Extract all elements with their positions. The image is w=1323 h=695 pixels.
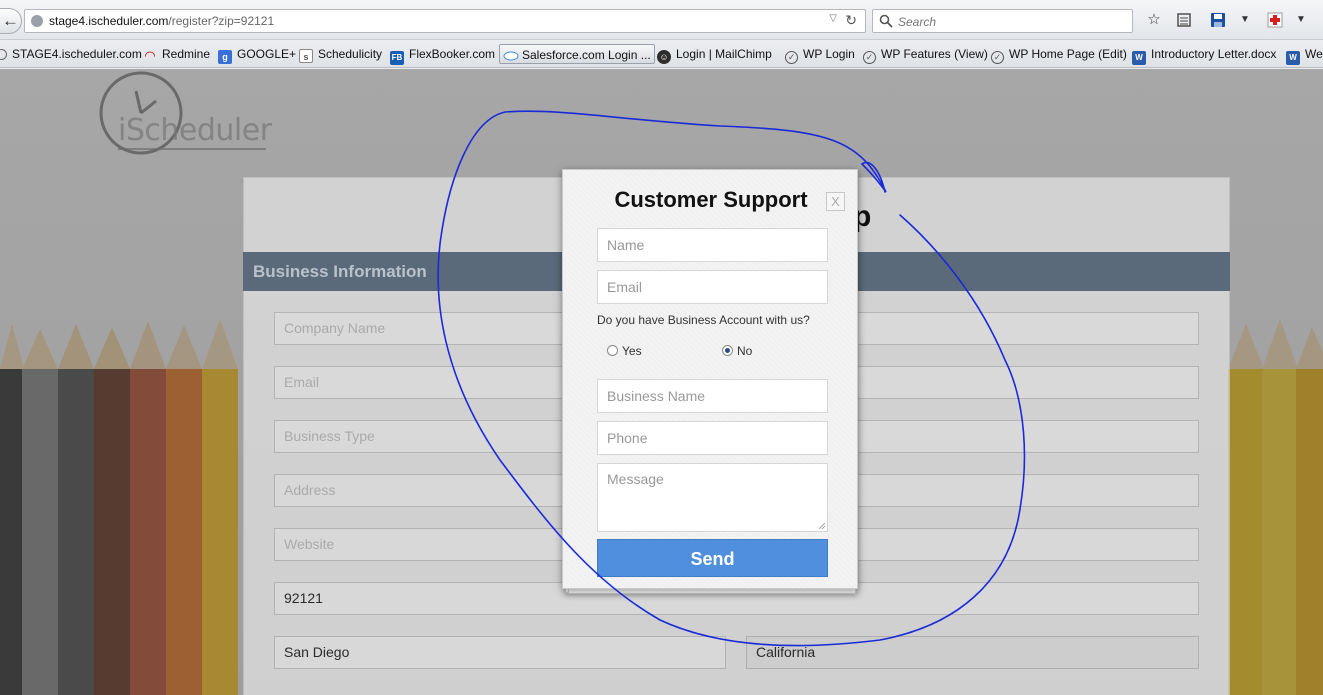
- page-viewport: iScheduler Business Information Company …: [0, 69, 1323, 695]
- bookmark-overflow-item[interactable]: W We: [1286, 44, 1323, 65]
- bookmark-mailchimp[interactable]: ☺ Login | MailChimp: [657, 44, 772, 64]
- bookmark-star-icon[interactable]: ☆: [1143, 9, 1165, 31]
- city-field[interactable]: San Diego: [274, 636, 726, 669]
- search-icon: [879, 14, 893, 28]
- reading-list-icon[interactable]: [1173, 9, 1195, 31]
- close-button[interactable]: X: [826, 192, 845, 211]
- save-disk-icon[interactable]: [1207, 9, 1229, 31]
- search-placeholder: Search: [898, 15, 937, 29]
- redmine-favicon-icon: ◠: [145, 48, 155, 63]
- back-button[interactable]: ←: [0, 8, 22, 34]
- bookmark-salesforce[interactable]: Salesforce.com Login ...: [499, 44, 655, 64]
- wordpress-icon: ✓: [991, 51, 1004, 64]
- wordpress-icon: ✓: [785, 51, 798, 64]
- name-input[interactable]: Name: [597, 228, 828, 262]
- schedulicity-favicon-icon: s: [299, 49, 313, 63]
- state-field[interactable]: California: [746, 636, 1199, 669]
- mailchimp-favicon-icon: ☺: [657, 50, 671, 64]
- url-host: stage4.ischeduler.com: [49, 14, 169, 28]
- wordpress-icon: ✓: [863, 51, 876, 64]
- customer-support-modal: Customer Support X Name Email Do you hav…: [562, 169, 858, 589]
- bookmark-wp-features[interactable]: ✓ WP Features (View): [863, 44, 988, 64]
- bookmark-google-plus[interactable]: g GOOGLE+: [218, 44, 296, 64]
- bookmark-wp-home[interactable]: ✓ WP Home Page (Edit): [991, 44, 1127, 64]
- radio-unchecked-icon: [607, 345, 618, 356]
- bookmarks-toolbar: STAGE4.ischeduler.com ◠ Redmine g GOOGLE+ …: [0, 40, 1323, 68]
- send-button[interactable]: Send: [597, 539, 828, 577]
- phone-input[interactable]: Phone: [597, 421, 828, 455]
- message-textarea[interactable]: Message: [597, 463, 828, 532]
- radio-checked-icon: [722, 345, 733, 356]
- ischeduler-logo-text: iScheduler: [118, 113, 272, 148]
- bookmark-stage4[interactable]: STAGE4.ischeduler.com: [0, 44, 142, 64]
- back-arrow-icon: ←: [2, 11, 19, 30]
- reload-icon[interactable]: ↻: [845, 12, 857, 29]
- resize-grip-icon[interactable]: [817, 521, 825, 529]
- save-menu-dropdown-icon[interactable]: ▼: [1234, 9, 1256, 31]
- radio-no[interactable]: No: [722, 344, 752, 358]
- google-plus-favicon-icon: g: [218, 50, 232, 64]
- business-account-question: Do you have Business Account with us?: [597, 313, 810, 327]
- bookmark-flexbooker[interactable]: FB FlexBooker.com: [390, 44, 495, 65]
- menu-dropdown-icon[interactable]: ▼: [1290, 9, 1312, 31]
- salesforce-cloud-icon: [503, 49, 519, 63]
- bookmark-redmine[interactable]: ◠ Redmine: [143, 44, 210, 64]
- url-history-dropdown-icon[interactable]: ▽: [829, 13, 837, 24]
- modal-title: Customer Support: [614, 187, 808, 212]
- flexbooker-favicon-icon: FB: [390, 51, 404, 65]
- globe-icon: [31, 15, 43, 27]
- radio-yes[interactable]: Yes: [607, 344, 642, 358]
- section-title: Business Information: [253, 262, 427, 281]
- bookmark-schedulicity[interactable]: s Schedulicity: [299, 44, 382, 64]
- radio-yes-label: Yes: [622, 344, 642, 358]
- addon-red-cross-icon[interactable]: [1264, 9, 1286, 31]
- browser-toolbar: ← stage4.ischeduler.com/register?zip=921…: [0, 0, 1323, 40]
- clock-favicon-icon: [0, 49, 7, 60]
- address-bar[interactable]: stage4.ischeduler.com/register?zip=92121…: [24, 9, 866, 33]
- radio-no-label: No: [737, 344, 753, 358]
- email-input[interactable]: Email: [597, 270, 828, 304]
- search-bar[interactable]: Search: [872, 9, 1133, 33]
- bookmark-introductory-letter[interactable]: W Introductory Letter.docx: [1132, 44, 1276, 65]
- message-placeholder: Message: [607, 471, 664, 487]
- business-name-input[interactable]: Business Name: [597, 379, 828, 413]
- word-doc-icon: W: [1132, 51, 1146, 65]
- bookmark-wp-login[interactable]: ✓ WP Login: [785, 44, 855, 64]
- word-doc-icon: W: [1286, 51, 1300, 65]
- url-text[interactable]: stage4.ischeduler.com/register?zip=92121: [49, 14, 274, 28]
- url-path: /register?zip=92121: [168, 14, 275, 28]
